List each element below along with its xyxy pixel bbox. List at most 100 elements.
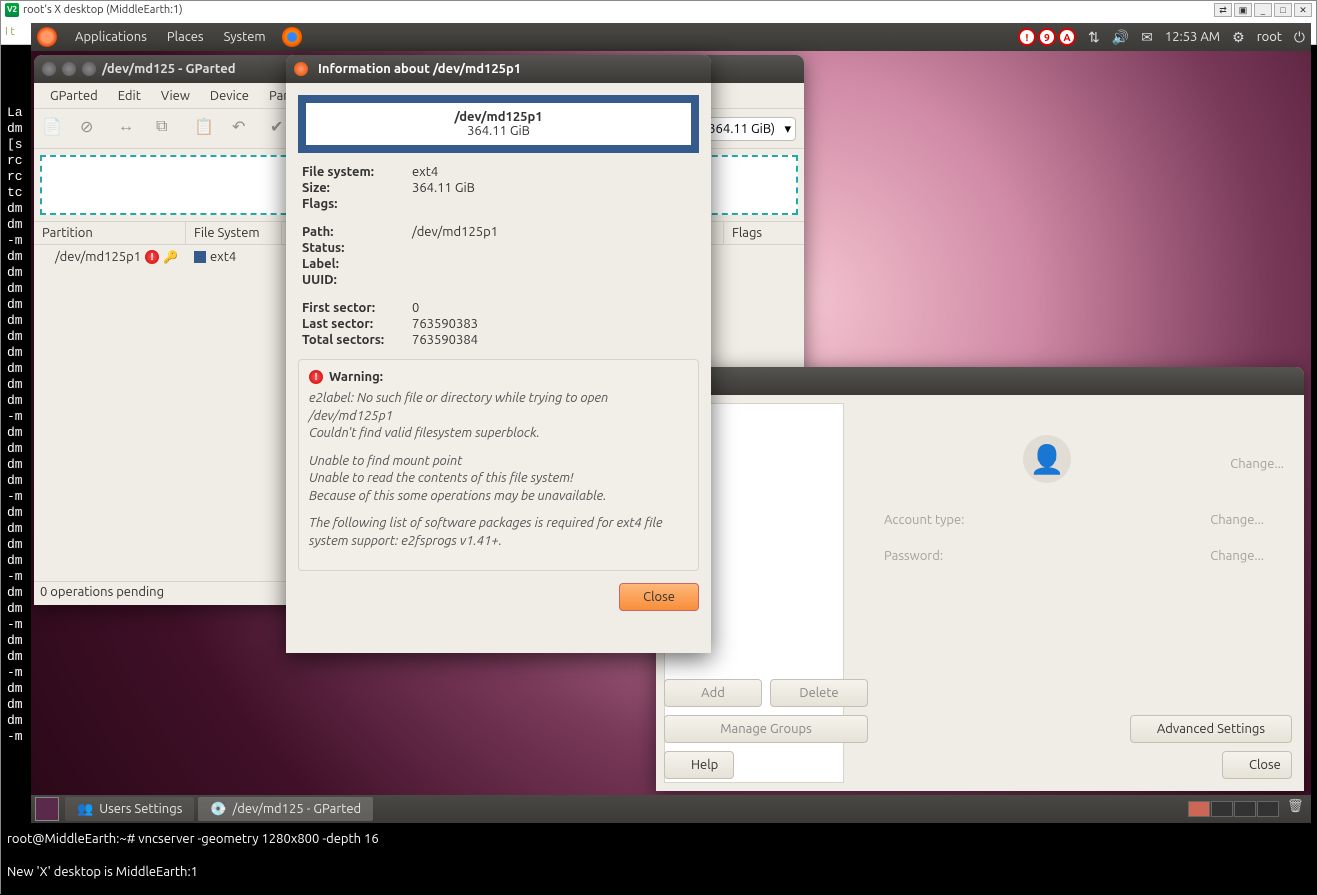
vnc-minimize-button[interactable]: _ xyxy=(1254,3,1272,17)
info-titlebar[interactable]: Information about /dev/md125p1 xyxy=(286,55,711,83)
trash-icon[interactable]: 🗑 xyxy=(1287,799,1305,819)
indicator-alert-icon[interactable]: ! xyxy=(1018,28,1036,46)
label-uuid: UUID: xyxy=(302,273,412,287)
menu-view[interactable]: View xyxy=(151,89,200,103)
workspace-2[interactable] xyxy=(1211,801,1233,817)
delete-icon[interactable]: ⊘ xyxy=(80,117,104,141)
change-account-button[interactable]: Change... xyxy=(1210,513,1264,527)
partition-name: /dev/md125p1 xyxy=(55,250,141,264)
gnome-bottom-panel: 👥 Users Settings 💽 /dev/md125 - GParted … xyxy=(31,795,1311,823)
user-menu[interactable]: root xyxy=(1257,30,1282,44)
task-users-settings[interactable]: 👥 Users Settings xyxy=(65,797,194,821)
gparted-title: /dev/md125 - GParted xyxy=(102,62,236,76)
workspace-3[interactable] xyxy=(1234,801,1256,817)
account-type-label: Account type: xyxy=(884,513,964,527)
change-password-button[interactable]: Change... xyxy=(1210,549,1264,563)
password-label: Password: xyxy=(884,549,943,563)
label-path: Path: xyxy=(302,225,412,239)
warning-panel: ! Warning: e2label: No such file or dire… xyxy=(298,359,699,571)
add-user-button[interactable]: Add xyxy=(664,679,762,707)
vnc-title: root's X desktop (MiddleEarth:1) xyxy=(23,4,183,16)
ubuntu-desktop: Applications Places System ! 9 A ⇅ 🔊 ✉ 1… xyxy=(31,23,1311,823)
warn-line-2: Couldn't find valid filesystem superbloc… xyxy=(309,426,540,440)
window-close-icon[interactable] xyxy=(42,62,56,76)
vnc-maximize-button[interactable]: □ xyxy=(1274,3,1292,17)
host-terminal[interactable]: root@MiddleEarth:~# vncserver -geometry … xyxy=(1,825,1317,893)
term-line-1: root@MiddleEarth:~# vncserver -geometry … xyxy=(7,832,379,846)
indicator-updates-icon[interactable]: 9 xyxy=(1038,28,1056,46)
label-flags: Flags: xyxy=(302,197,412,211)
col-partition[interactable]: Partition xyxy=(34,222,186,244)
fs-type: ext4 xyxy=(210,250,236,264)
help-button[interactable]: Help xyxy=(664,751,734,779)
col-filesystem[interactable]: File System xyxy=(186,222,282,244)
warn-line-5: Because of this some operations may be u… xyxy=(309,489,607,503)
menu-edit[interactable]: Edit xyxy=(108,89,151,103)
warn-line-4: Unable to read the contents of this file… xyxy=(309,471,573,485)
label-label: Label: xyxy=(302,257,412,271)
vnc-close-button[interactable]: ✕ xyxy=(1294,3,1312,17)
resize-icon[interactable]: ↔ xyxy=(118,117,142,141)
users-titlebar[interactable] xyxy=(656,367,1304,395)
delete-user-button[interactable]: Delete xyxy=(770,679,868,707)
vnc-titlebar[interactable]: V2 root's X desktop (MiddleEarth:1) ⇄ ▣ … xyxy=(1,1,1316,19)
vnc-options-icon[interactable]: ⇄ xyxy=(1214,3,1232,17)
indicator-apport-icon[interactable]: A xyxy=(1058,28,1076,46)
label-last: Last sector: xyxy=(302,317,412,331)
ubuntu-logo-icon[interactable] xyxy=(37,27,57,47)
workspace-4[interactable] xyxy=(1257,801,1279,817)
workspace-1[interactable] xyxy=(1188,801,1210,817)
advanced-settings-button[interactable]: Advanced Settings xyxy=(1130,715,1292,743)
task-users-label: Users Settings xyxy=(99,802,182,816)
volume-icon[interactable]: 🔊 xyxy=(1112,29,1129,46)
label-first: First sector: xyxy=(302,301,412,315)
power-icon[interactable]: ⏻ xyxy=(1294,29,1305,46)
firefox-icon[interactable] xyxy=(282,27,302,47)
places-menu[interactable]: Places xyxy=(157,30,214,44)
task-gparted[interactable]: 💽 /dev/md125 - GParted xyxy=(198,797,373,821)
info-close-button[interactable]: Close xyxy=(619,583,699,611)
value-path: /dev/md125p1 xyxy=(412,225,498,239)
change-name-button[interactable]: Change... xyxy=(1230,457,1284,471)
copy-icon[interactable]: ⧉ xyxy=(156,117,180,141)
show-desktop-icon[interactable] xyxy=(35,797,59,821)
value-first: 0 xyxy=(412,301,419,315)
value-total: 763590384 xyxy=(412,333,478,347)
window-maximize-icon[interactable] xyxy=(82,62,96,76)
value-size: 364.11 GiB xyxy=(412,181,475,195)
menu-device[interactable]: Device xyxy=(200,89,259,103)
warn-line-1: e2label: No such file or directory while… xyxy=(309,391,608,423)
label-total: Total sectors: xyxy=(302,333,412,347)
warning-label: Warning: xyxy=(329,370,383,384)
session-icon[interactable]: ⚙ xyxy=(1232,29,1245,46)
avatar-icon[interactable]: 👤 xyxy=(1023,435,1071,483)
window-minimize-icon[interactable] xyxy=(62,62,76,76)
workspace-switcher[interactable] xyxy=(1188,801,1279,817)
system-menu[interactable]: System xyxy=(214,30,276,44)
undo-icon[interactable]: ↶ xyxy=(232,117,256,141)
mail-icon[interactable]: ✉ xyxy=(1141,29,1153,46)
vnc-fullscreen-icon[interactable]: ▣ xyxy=(1234,3,1252,17)
new-icon[interactable]: 📄 xyxy=(42,117,66,141)
warn-line-3: Unable to find mount point xyxy=(309,454,462,468)
applications-menu[interactable]: Applications xyxy=(65,30,157,44)
partition-info-dialog: Information about /dev/md125p1 /dev/md12… xyxy=(286,55,711,653)
menu-gparted[interactable]: GParted xyxy=(40,89,108,103)
vnc-logo-icon: V2 xyxy=(5,3,19,17)
value-last: 763590383 xyxy=(412,317,478,331)
key-icon: 🔑 xyxy=(163,250,178,264)
dialog-close-icon[interactable] xyxy=(294,62,308,76)
col-flags[interactable]: Flags xyxy=(724,222,804,244)
gparted-task-icon: 💽 xyxy=(210,802,226,817)
value-fs: ext4 xyxy=(412,165,438,179)
info-title: Information about /dev/md125p1 xyxy=(318,62,521,76)
warn-line-6: The following list of software packages … xyxy=(309,515,688,550)
network-icon[interactable]: ⇅ xyxy=(1088,29,1100,46)
users-close-button[interactable]: Close xyxy=(1222,751,1292,779)
device-selector[interactable]: 364.11 GiB) xyxy=(699,117,796,141)
manage-groups-button[interactable]: Manage Groups xyxy=(664,715,868,743)
clock[interactable]: 12:53 AM xyxy=(1165,30,1220,44)
fs-color-icon xyxy=(194,251,206,263)
paste-icon[interactable]: 📋 xyxy=(194,117,218,141)
browser-tab-fragment: I t xyxy=(5,26,15,38)
